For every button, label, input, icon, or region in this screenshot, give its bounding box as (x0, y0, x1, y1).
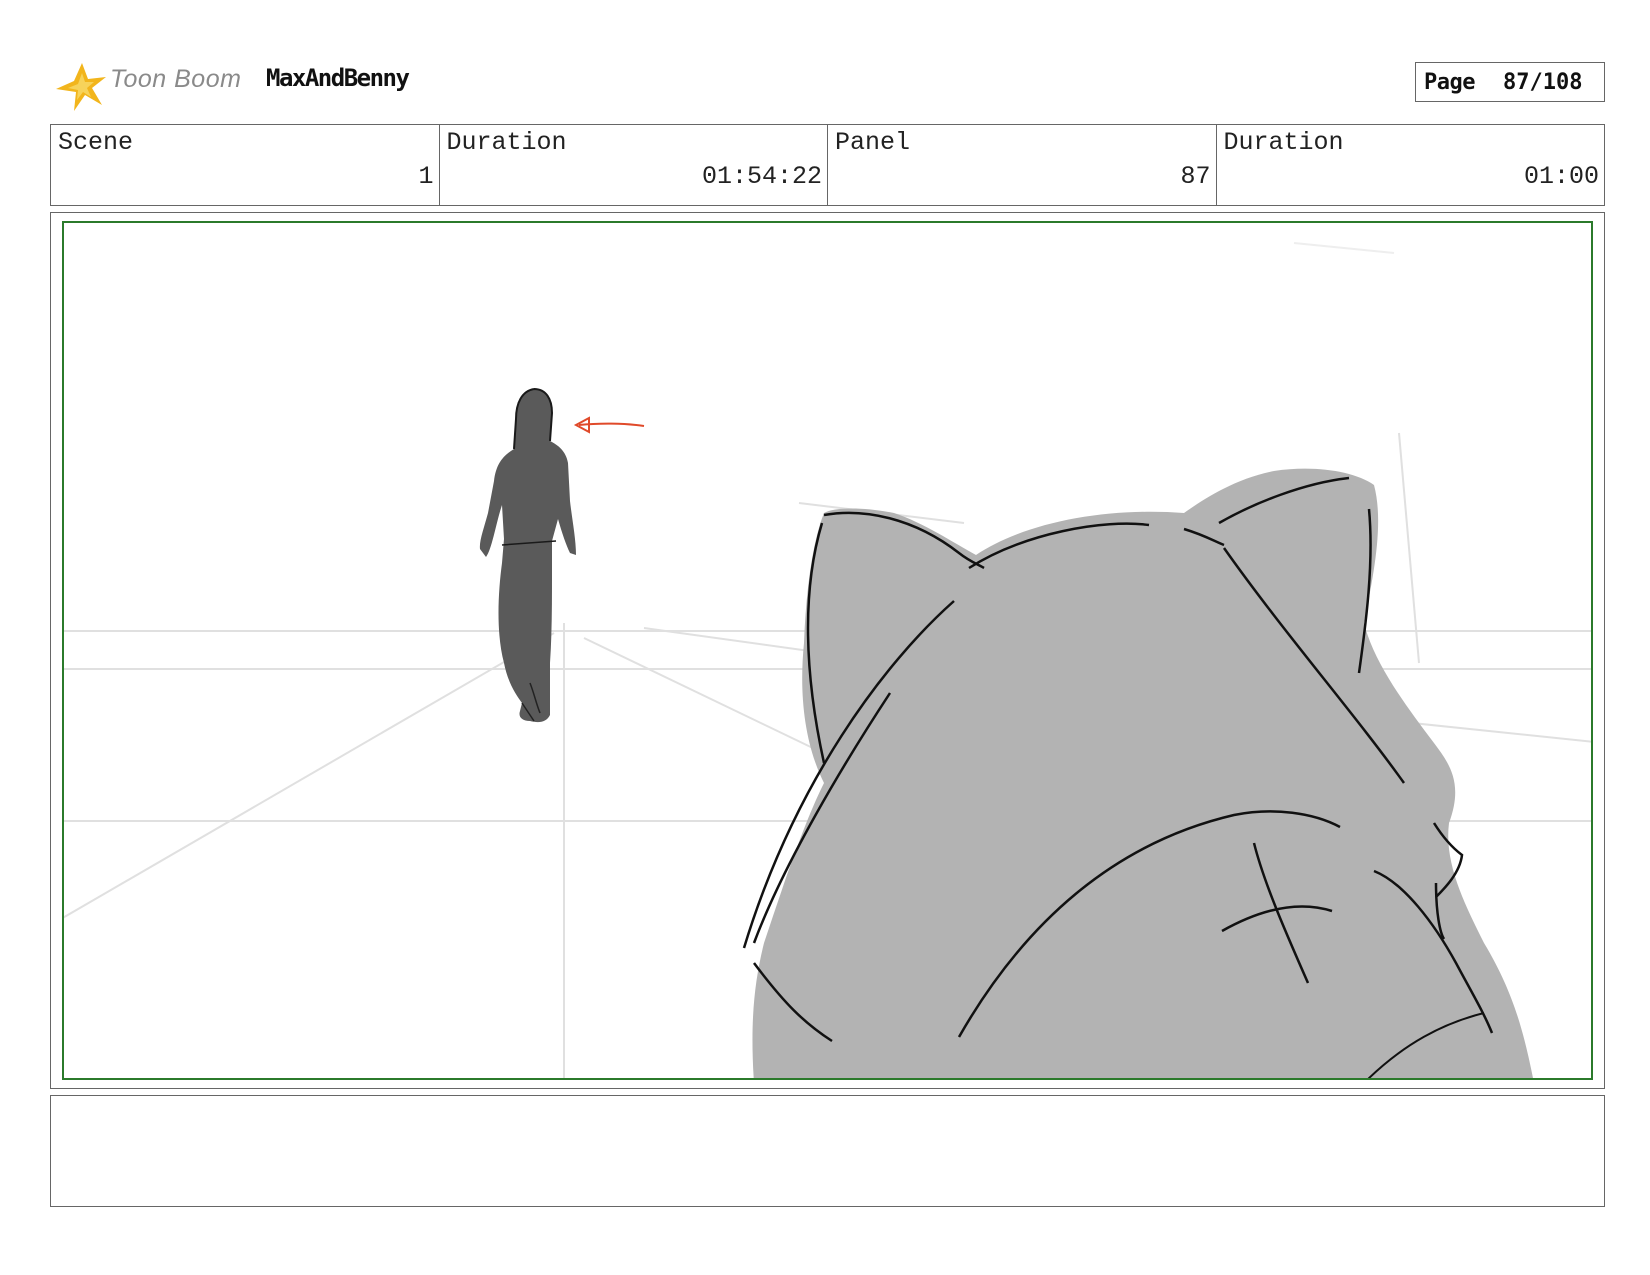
toon-boom-star-icon (56, 63, 106, 111)
scene-duration-label: Duration (446, 128, 567, 157)
storyboard-sketch (64, 242, 1591, 1078)
creature-head (742, 468, 1533, 1078)
panel-label: Panel (835, 128, 911, 157)
scene-duration-value: 01:54:22 (701, 162, 822, 191)
scene-duration-cell: Duration 01:54:22 (440, 125, 828, 205)
panel-frame (50, 212, 1605, 1089)
panel-duration-value: 01:00 (1523, 162, 1599, 191)
panel-cell: Panel 87 (828, 125, 1217, 205)
panel-value: 87 (1180, 162, 1211, 191)
page-indicator: Page 87/108 (1415, 62, 1605, 102)
panel-drawing (62, 221, 1593, 1080)
page-label: Page (1424, 69, 1475, 95)
direction-arrow (573, 416, 645, 434)
panel-duration-label: Duration (1223, 128, 1344, 157)
scene-cell: Scene 1 (51, 125, 440, 205)
scene-label: Scene (58, 128, 134, 157)
scene-info-table: Scene 1 Duration 01:54:22 Panel 87 Durat… (50, 124, 1605, 206)
brand-name: Toon Boom (110, 65, 242, 93)
walking-figure (479, 388, 576, 723)
page-number: 87/108 (1502, 69, 1583, 95)
panel-duration-cell: Duration 01:00 (1217, 125, 1605, 205)
panel-notes[interactable] (50, 1095, 1605, 1207)
page-header: Toon Boom MaxAndBenny Page 87/108 (50, 55, 1605, 115)
project-title: MaxAndBenny (266, 64, 410, 92)
scene-value: 1 (418, 162, 434, 191)
